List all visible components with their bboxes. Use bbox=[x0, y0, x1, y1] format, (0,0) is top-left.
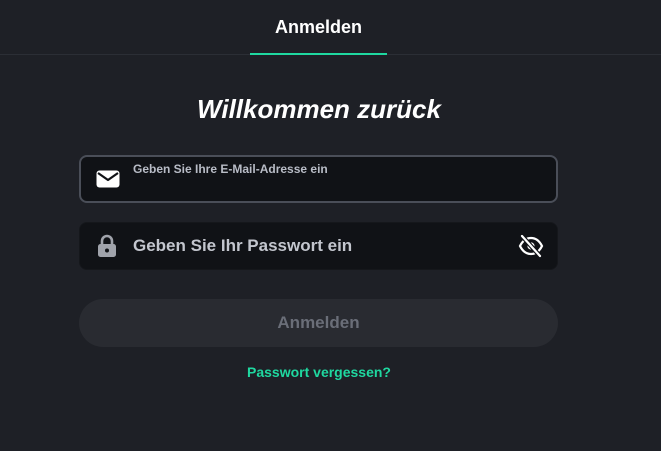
tab-login[interactable]: Anmelden bbox=[250, 0, 387, 54]
password-field[interactable]: Geben Sie Ihr Passwort ein bbox=[79, 222, 558, 270]
mail-icon bbox=[95, 168, 121, 190]
forgot-password-link[interactable]: Passwort vergessen? bbox=[0, 364, 638, 380]
email-placeholder: Geben Sie Ihre E-Mail-Adresse ein bbox=[133, 162, 328, 176]
eye-slash-icon[interactable] bbox=[517, 232, 545, 260]
email-field[interactable]: Geben Sie Ihre E-Mail-Adresse ein bbox=[79, 155, 558, 203]
header-bar: Anmelden bbox=[0, 0, 661, 55]
lock-icon bbox=[94, 234, 120, 257]
login-button[interactable]: Anmelden bbox=[79, 299, 558, 347]
password-placeholder: Geben Sie Ihr Passwort ein bbox=[133, 236, 353, 255]
tab-active-indicator bbox=[250, 53, 387, 55]
page-title: Willkommen zurück bbox=[197, 94, 441, 124]
